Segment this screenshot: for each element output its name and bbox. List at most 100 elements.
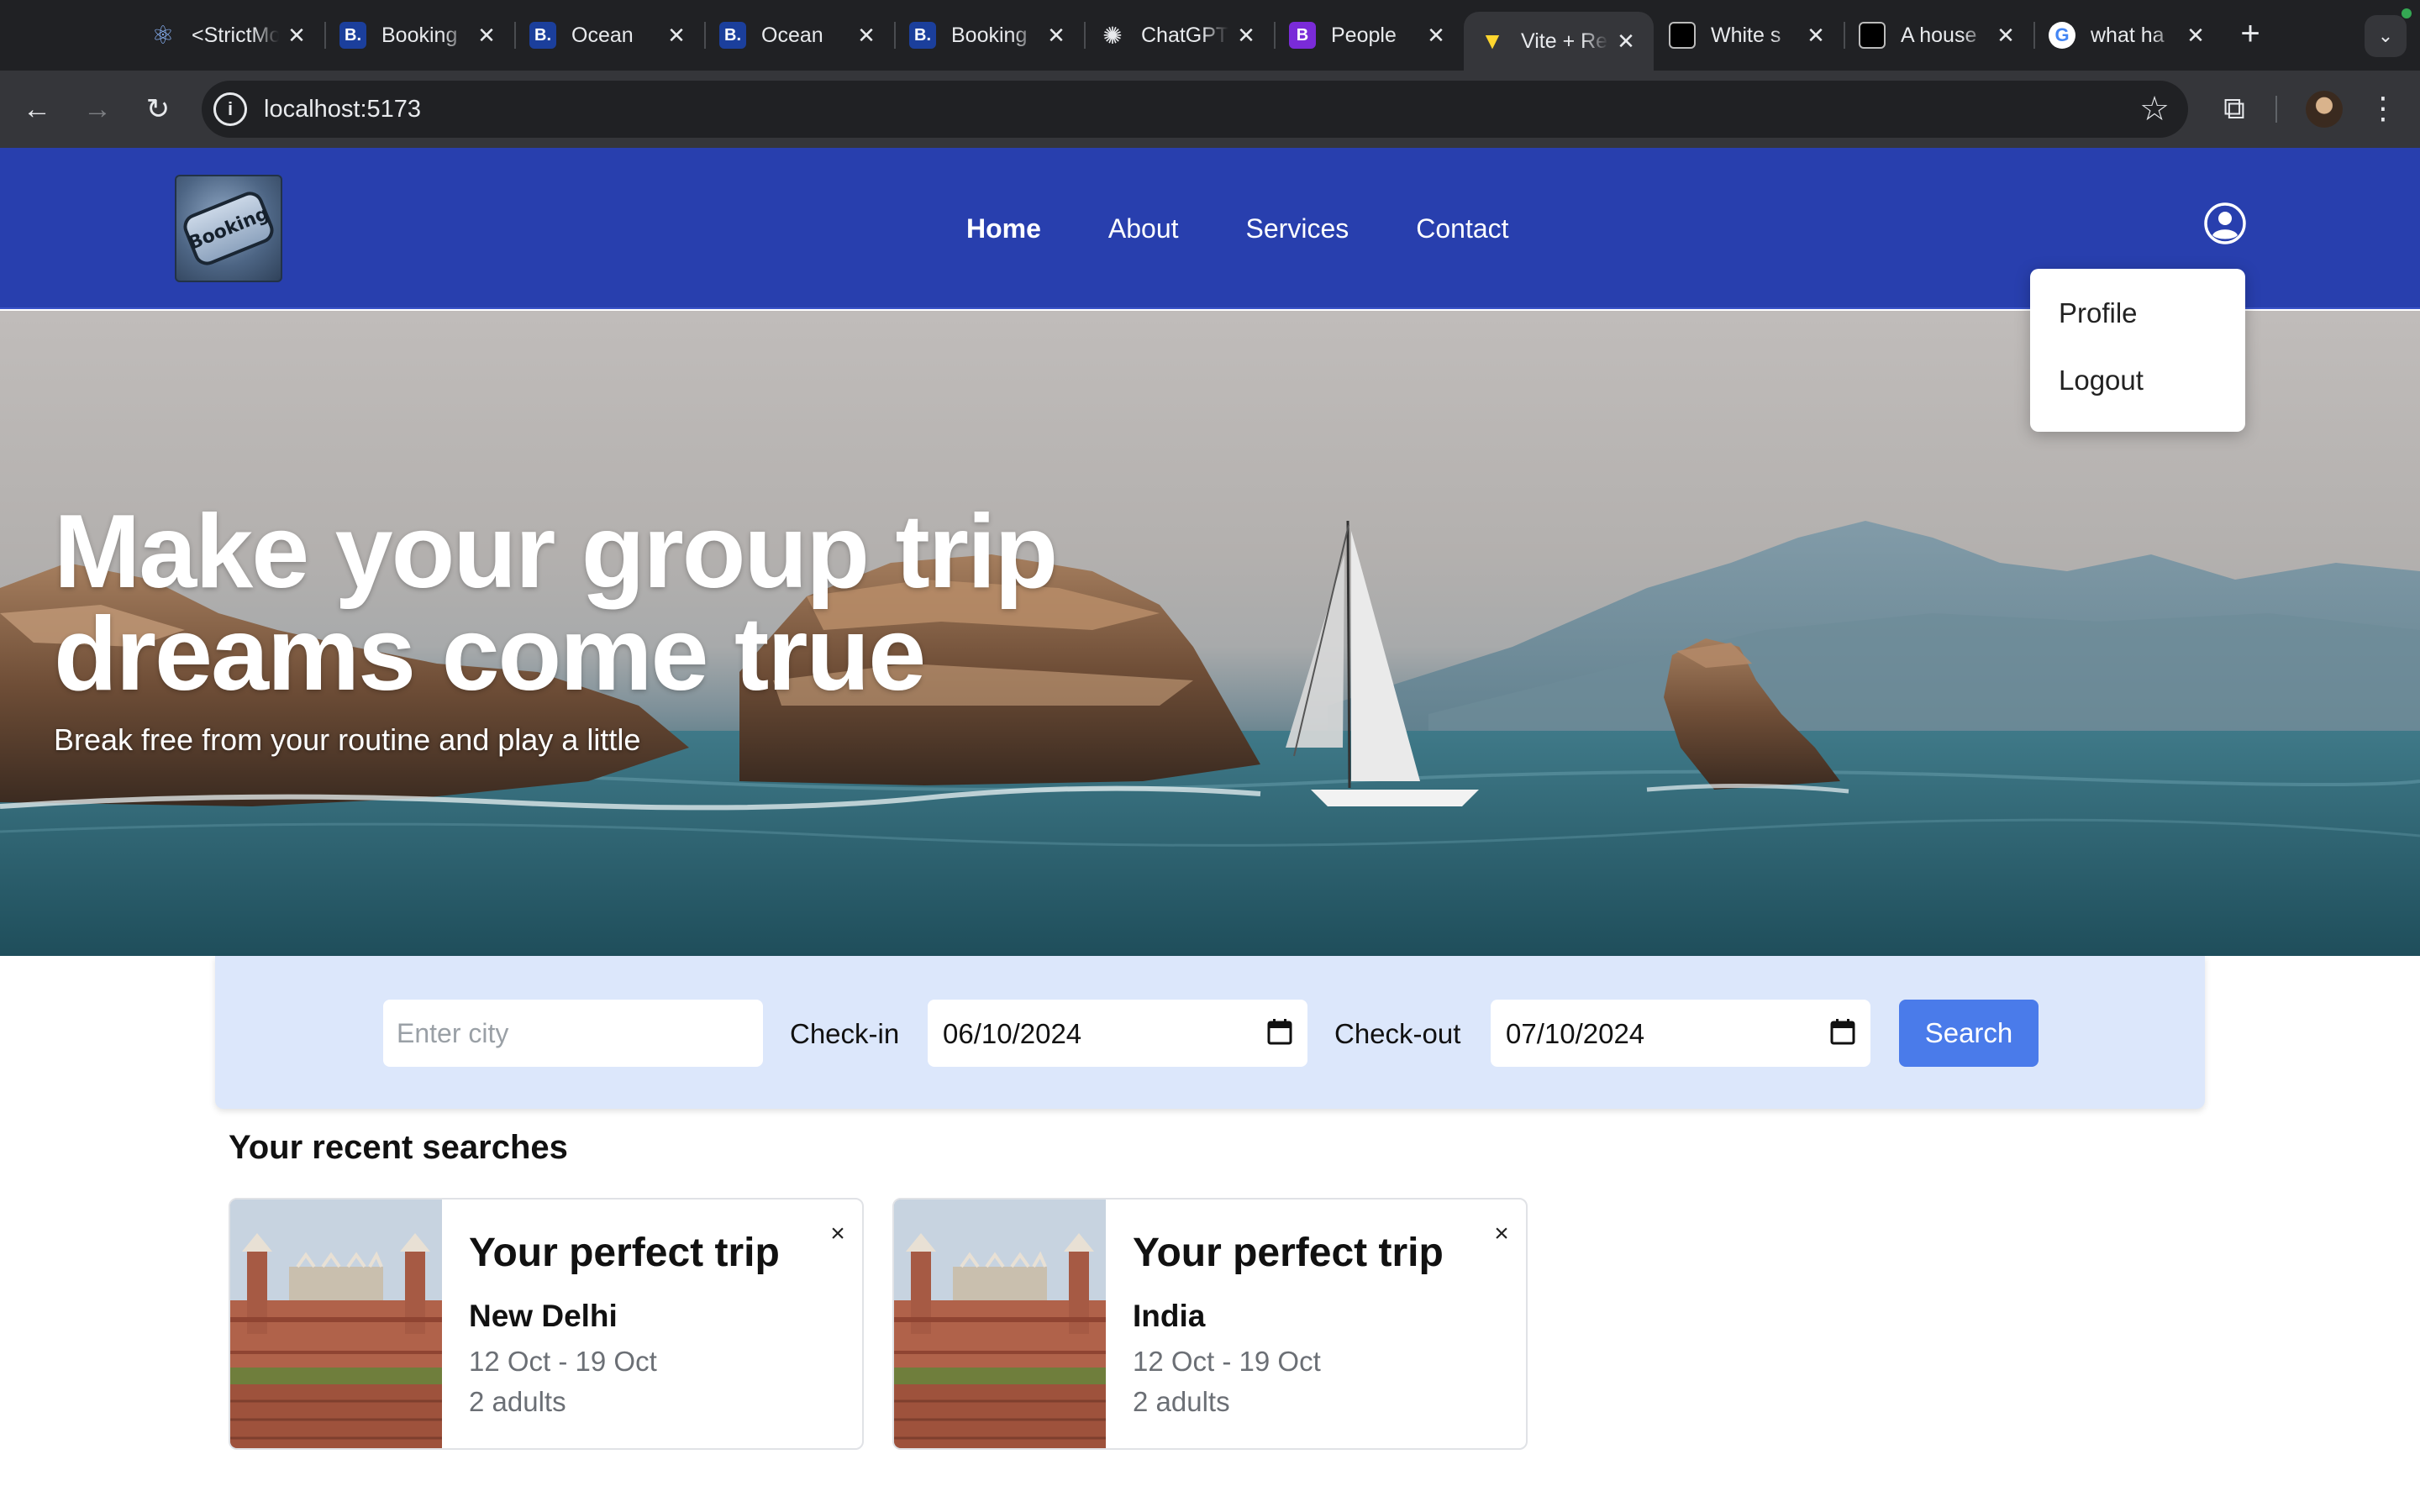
checkin-date-input[interactable]: 06/10/2024 — [928, 1000, 1307, 1067]
checkout-date-input[interactable]: 07/10/2024 — [1491, 1000, 1870, 1067]
close-tab-icon[interactable]: ✕ — [666, 23, 687, 49]
booking-icon: B. — [719, 22, 746, 49]
booking-icon: B. — [529, 22, 556, 49]
forward-arrow-icon[interactable]: → — [77, 89, 118, 129]
card-guests: 2 adults — [469, 1386, 566, 1417]
menu-item-profile[interactable]: Profile — [2059, 297, 2138, 329]
calendar-icon[interactable] — [1267, 1018, 1292, 1045]
browser-tab-strip: ⚛ <StrictMode> ✕ B. Booking ✕ B. Ocean ✕… — [0, 0, 2420, 71]
browser-menu-icon[interactable]: ⋮ — [2366, 87, 2400, 129]
tab-title: A house — [1901, 23, 1977, 47]
nav-link-services[interactable]: Services — [1246, 213, 1349, 244]
close-tab-icon[interactable]: ✕ — [2185, 23, 2207, 49]
tab-title: Ocean — [571, 23, 634, 47]
tab-title: Vite + React — [1521, 29, 1608, 53]
tab-title: what ha — [2091, 23, 2165, 47]
address-bar-url[interactable]: localhost:5173 — [264, 96, 421, 123]
user-account-icon[interactable] — [2203, 202, 2247, 245]
booking-logo[interactable]: Booking — [175, 175, 282, 282]
card-destination: India — [1133, 1299, 1206, 1333]
close-icon[interactable]: × — [825, 1221, 850, 1247]
profile-avatar[interactable] — [2306, 91, 2343, 128]
browser-tab-active[interactable]: ▼ Vite + React ✕ — [1464, 12, 1654, 71]
close-tab-icon[interactable]: ✕ — [1045, 23, 1067, 49]
close-tab-icon[interactable]: ✕ — [286, 23, 308, 49]
unsplash-icon — [1859, 22, 1886, 49]
red-fort-image — [894, 1200, 1106, 1448]
browser-tab[interactable]: B People ✕ — [1274, 0, 1464, 71]
checkout-label: Check-out — [1334, 1018, 1461, 1049]
search-form: Check-in 06/10/2024 Check-out 07/10/2024… — [215, 956, 2205, 1109]
nav-link-about[interactable]: About — [1108, 213, 1179, 244]
browser-tab[interactable]: B. Booking ✕ — [324, 0, 514, 71]
browser-tab[interactable]: ✺ ChatGPT ✕ — [1084, 0, 1274, 71]
update-indicator-icon — [2402, 8, 2412, 18]
react-icon: ⚛ — [151, 21, 175, 50]
site-info-icon[interactable]: i — [213, 92, 247, 126]
tab-list: ⚛ <StrictMode> ✕ B. Booking ✕ B. Ocean ✕… — [134, 0, 2223, 71]
close-tab-icon[interactable]: ✕ — [1425, 23, 1447, 49]
card-dates: 12 Oct - 19 Oct — [1133, 1346, 1321, 1377]
nav-link-contact[interactable]: Contact — [1416, 213, 1508, 244]
hero-title: Make your group trip dreams come true — [54, 494, 1058, 712]
red-fort-image — [230, 1200, 442, 1448]
browser-tab[interactable]: B. Ocean ✕ — [704, 0, 894, 71]
recent-searches-heading: Your recent searches — [229, 1129, 568, 1166]
extensions-puzzle-icon[interactable]: ⧉ — [2213, 87, 2255, 129]
tab-title: People — [1331, 23, 1397, 47]
browser-tab[interactable]: G what ha ✕ — [2033, 0, 2223, 71]
checkin-label: Check-in — [790, 1018, 900, 1049]
recent-search-card[interactable]: Your perfect trip India 12 Oct - 19 Oct … — [892, 1198, 1528, 1450]
card-title: Your perfect trip — [1133, 1231, 1444, 1275]
city-search-input[interactable] — [383, 1000, 763, 1067]
close-tab-icon[interactable]: ✕ — [1805, 23, 1827, 49]
nav-links: Home About Services Contact — [966, 148, 1509, 309]
tab-title: ChatGPT — [1141, 23, 1228, 47]
close-tab-icon[interactable]: ✕ — [1995, 23, 2017, 49]
recent-search-card[interactable]: Your perfect trip New Delhi 12 Oct - 19 … — [229, 1198, 864, 1450]
new-tab-icon[interactable]: + — [2232, 17, 2269, 54]
checkin-date-value[interactable]: 06/10/2024 — [943, 1018, 1081, 1050]
card-title: Your perfect trip — [469, 1231, 780, 1275]
booking-icon: B. — [339, 22, 366, 49]
close-tab-icon[interactable]: ✕ — [855, 23, 877, 49]
calendar-icon[interactable] — [1830, 1018, 1855, 1045]
tab-title: White s — [1711, 23, 1781, 47]
toolbar-divider — [2275, 96, 2277, 123]
unsplash-icon — [1669, 22, 1696, 49]
browser-tab[interactable]: B. Ocean ✕ — [514, 0, 704, 71]
tab-title: Ocean — [761, 23, 823, 47]
bootstrap-icon: B — [1289, 22, 1316, 49]
tab-title: Booking — [381, 23, 458, 47]
openai-icon: ✺ — [1102, 22, 1123, 49]
browser-tab[interactable]: A house ✕ — [1844, 0, 2033, 71]
close-tab-icon[interactable]: ✕ — [476, 23, 497, 49]
tab-title: <StrictMode> — [192, 23, 279, 47]
address-bar[interactable]: i localhost:5173 ☆ — [202, 81, 2188, 138]
menu-item-logout[interactable]: Logout — [2059, 365, 2144, 396]
hero-subtitle: Break free from your routine and play a … — [54, 722, 641, 757]
card-dates: 12 Oct - 19 Oct — [469, 1346, 657, 1377]
browser-toolbar: ← → ↻ i localhost:5173 ☆ ⧉ ⋮ — [0, 71, 2420, 148]
checkout-date-value[interactable]: 07/10/2024 — [1506, 1018, 1644, 1050]
reload-icon[interactable]: ↻ — [138, 89, 178, 129]
bookmark-star-icon[interactable]: ☆ — [2139, 89, 2170, 129]
close-icon[interactable]: × — [1489, 1221, 1514, 1247]
browser-tab[interactable]: ⚛ <StrictMode> ✕ — [134, 0, 324, 71]
back-arrow-icon[interactable]: ← — [17, 89, 57, 129]
browser-tab[interactable]: B. Booking ✕ — [894, 0, 1084, 71]
card-destination: New Delhi — [469, 1299, 618, 1333]
search-button[interactable]: Search — [1899, 1000, 2039, 1067]
close-tab-icon[interactable]: ✕ — [1615, 29, 1637, 55]
logo-wordmark: Booking — [179, 187, 278, 270]
booking-icon: B. — [909, 22, 936, 49]
user-dropdown-menu: Profile Logout — [2030, 269, 2245, 432]
tab-search-icon[interactable]: ⌄ — [2365, 15, 2407, 57]
tab-title: Booking — [951, 23, 1028, 47]
close-tab-icon[interactable]: ✕ — [1235, 23, 1257, 49]
nav-link-home[interactable]: Home — [966, 213, 1041, 244]
browser-tab[interactable]: White s ✕ — [1654, 0, 1844, 71]
card-guests: 2 adults — [1133, 1386, 1230, 1417]
vite-icon: ▼ — [1481, 28, 1504, 54]
google-icon: G — [2049, 22, 2075, 49]
